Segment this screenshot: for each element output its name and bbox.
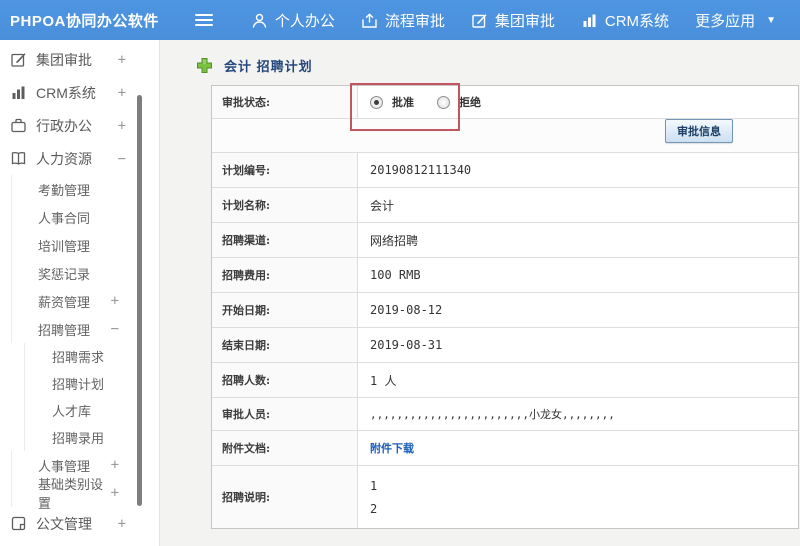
nav-label: 集团审批 bbox=[494, 12, 555, 30]
row-value: 1 人 bbox=[370, 373, 397, 388]
row-value: 100 RMB bbox=[370, 268, 421, 282]
row-label: 审批人员: bbox=[212, 398, 358, 430]
recruit-plan-form: 审批状态: 批准 拒绝 审批信息 计划编号: 20190812111340 计划… bbox=[211, 85, 799, 529]
row-label: 招聘渠道: bbox=[212, 223, 358, 257]
nav-more-apps[interactable]: 更多应用 ▼ bbox=[695, 10, 776, 31]
row-label: 计划编号: bbox=[212, 153, 358, 187]
page-title: 会计 招聘计划 bbox=[196, 56, 313, 75]
row-label: 招聘人数: bbox=[212, 363, 358, 397]
top-nav: 个人办公 流程审批 集团审批 CRM系统 更多应用 ▼ bbox=[225, 10, 776, 31]
expand-icon[interactable]: + bbox=[118, 516, 126, 532]
form-row-fee: 招聘费用: 100 RMB bbox=[212, 258, 798, 293]
green-plus-icon bbox=[197, 58, 212, 73]
document-icon bbox=[11, 516, 26, 531]
row-label: 审批状态: bbox=[212, 86, 358, 118]
expand-icon[interactable]: − bbox=[111, 321, 119, 337]
row-label: 计划名称: bbox=[212, 188, 358, 222]
nav-group-approval[interactable]: 集团审批 bbox=[471, 10, 555, 31]
nav-label: 更多应用 bbox=[695, 12, 756, 30]
expand-icon[interactable]: − bbox=[118, 151, 126, 167]
sidebar-item-group-approval[interactable]: 集团审批 + bbox=[0, 43, 159, 76]
form-row-status: 审批状态: 批准 拒绝 bbox=[212, 86, 798, 119]
book-icon bbox=[11, 152, 26, 165]
sidebar-item-vehicle[interactable]: 用车管理 + bbox=[0, 540, 159, 546]
process-icon bbox=[361, 12, 378, 29]
topbar: PHPOA协同办公软件 个人办公 流程审批 集团审批 CRM系统 更多应用 ▼ bbox=[0, 0, 800, 40]
nav-label: 个人办公 bbox=[274, 12, 335, 30]
bar-chart-icon bbox=[581, 12, 598, 29]
attachment-download-link[interactable]: 附件下载 bbox=[370, 440, 414, 456]
main-content: 会计 招聘计划 审批状态: 批准 拒绝 审批信息 计划编号: 201908121… bbox=[161, 40, 800, 546]
sidebar: 集团审批 + CRM系统 + 行政办公 + 人力资源 − 考勤管理 人事合同 培… bbox=[0, 40, 160, 546]
row-value: 网络招聘 bbox=[370, 233, 419, 248]
row-label: 开始日期: bbox=[212, 293, 358, 327]
approve-info-button[interactable]: 审批信息 bbox=[665, 119, 733, 143]
radio-approve[interactable] bbox=[370, 95, 383, 109]
edit-square-icon bbox=[471, 12, 488, 29]
bar-chart-icon bbox=[12, 86, 25, 99]
expand-icon[interactable]: + bbox=[111, 293, 119, 309]
status-radio-group: 批准 拒绝 bbox=[370, 94, 495, 110]
sidebar-item-crm[interactable]: CRM系统 + bbox=[0, 76, 159, 109]
row-label: 招聘说明: bbox=[212, 466, 358, 528]
sidebar-scrollbar[interactable] bbox=[137, 95, 142, 506]
expand-icon[interactable]: + bbox=[118, 118, 126, 134]
row-label: 结束日期: bbox=[212, 328, 358, 362]
row-value: 2019-08-31 bbox=[370, 338, 443, 352]
row-value: 1 2 bbox=[370, 478, 378, 516]
row-value: 会计 bbox=[370, 198, 395, 213]
nav-label: 流程审批 bbox=[384, 12, 445, 30]
edit-square-icon bbox=[11, 53, 26, 67]
row-value: 2019-08-12 bbox=[370, 303, 443, 317]
expand-icon[interactable]: + bbox=[118, 85, 126, 101]
sidebar-item-hr[interactable]: 人力资源 − bbox=[0, 142, 159, 175]
expand-icon[interactable]: + bbox=[111, 485, 119, 501]
form-row-button: 审批信息 bbox=[212, 119, 798, 153]
caret-down-icon: ▼ bbox=[766, 14, 776, 26]
form-row-end-date: 结束日期: 2019-08-31 bbox=[212, 328, 798, 363]
app-logo: PHPOA协同办公软件 bbox=[10, 12, 159, 30]
hamburger-menu-icon[interactable] bbox=[194, 14, 213, 26]
form-row-headcount: 招聘人数: 1 人 bbox=[212, 363, 798, 398]
form-row-start-date: 开始日期: 2019-08-12 bbox=[212, 293, 798, 328]
nav-label: CRM系统 bbox=[604, 12, 670, 30]
form-row-plan-name: 计划名称: 会计 bbox=[212, 188, 798, 223]
radio-approve-label: 批准 bbox=[392, 96, 414, 109]
nav-personal-office[interactable]: 个人办公 bbox=[251, 10, 335, 31]
row-label: 附件文档: bbox=[212, 431, 358, 465]
nav-process-approval[interactable]: 流程审批 bbox=[361, 10, 445, 31]
radio-reject-label: 拒绝 bbox=[459, 96, 481, 109]
row-label: 招聘费用: bbox=[212, 258, 358, 292]
expand-icon[interactable]: + bbox=[111, 457, 119, 473]
briefcase-icon bbox=[11, 118, 26, 133]
radio-reject[interactable] bbox=[437, 95, 450, 109]
user-icon bbox=[251, 12, 268, 29]
form-row-plan-number: 计划编号: 20190812111340 bbox=[212, 153, 798, 188]
row-value: ,,,,,,,,,,,,,,,,,,,,,,,,小龙女,,,,,,,, bbox=[370, 408, 615, 421]
form-row-attachment: 附件文档: 附件下载 bbox=[212, 431, 798, 466]
form-row-description: 招聘说明: 1 2 bbox=[212, 466, 798, 528]
nav-crm-system[interactable]: CRM系统 bbox=[581, 10, 669, 31]
row-value: 20190812111340 bbox=[370, 163, 472, 177]
form-row-channel: 招聘渠道: 网络招聘 bbox=[212, 223, 798, 258]
expand-icon[interactable]: + bbox=[118, 52, 126, 68]
sidebar-item-admin-office[interactable]: 行政办公 + bbox=[0, 109, 159, 142]
form-row-approvers: 审批人员: ,,,,,,,,,,,,,,,,,,,,,,,,小龙女,,,,,,,… bbox=[212, 398, 798, 431]
